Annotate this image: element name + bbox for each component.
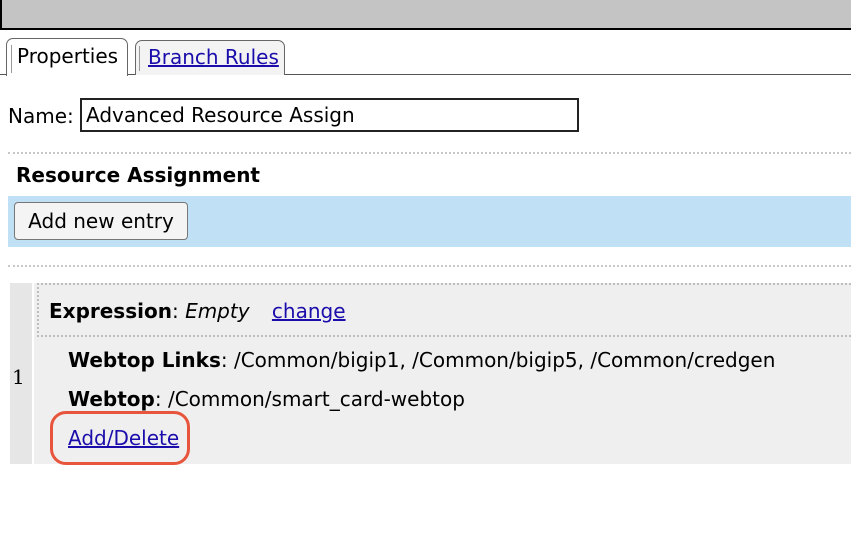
webtop-line: Webtop: /Common/smart_card-webtop — [68, 387, 465, 411]
divider-dotted — [8, 265, 851, 267]
name-label: Name: — [8, 104, 74, 128]
tab-bar: Properties Branch Rules — [0, 38, 851, 76]
webtop-links-label: Webtop Links — [68, 348, 221, 372]
webtop-links-line: Webtop Links: /Common/bigip1, /Common/bi… — [68, 348, 775, 372]
section-title: Resource Assignment — [16, 163, 260, 187]
webtop-value: /Common/smart_card-webtop — [167, 387, 465, 411]
expression-sep: : — [171, 299, 179, 323]
add-new-entry-button[interactable]: Add new entry — [14, 202, 188, 240]
webtop-label: Webtop — [68, 387, 155, 411]
divider-dotted — [8, 152, 851, 154]
top-toolbar — [0, 0, 851, 30]
resource-entry: 1 Expression: Empty change Webtop Links:… — [10, 283, 851, 465]
entry-index-cell: 1 — [10, 283, 34, 464]
tab-properties-label: Properties — [17, 44, 119, 68]
tab-branch-rules[interactable]: Branch Rules — [135, 40, 285, 75]
page: Properties Branch Rules Name: Resource A… — [0, 0, 851, 534]
add-delete-link[interactable]: Add/Delete — [68, 426, 179, 450]
add-delete-highlight-ring: Add/Delete — [50, 411, 190, 465]
expression-box: Expression: Empty change — [37, 283, 851, 337]
expression-label: Expression — [49, 299, 172, 323]
webtop-sep: : — [154, 387, 162, 411]
webtop-links-sep: : — [220, 348, 228, 372]
tab-branch-rules-link[interactable]: Branch Rules — [148, 45, 279, 69]
add-entry-bar: Add new entry — [8, 196, 851, 247]
expression-value: Empty — [185, 299, 250, 323]
webtop-links-value: /Common/bigip1, /Common/bigip5, /Common/… — [233, 348, 776, 372]
entry-index: 1 — [12, 365, 25, 389]
tab-properties[interactable]: Properties — [6, 38, 128, 76]
expression-line: Expression: Empty change — [49, 299, 346, 323]
change-link[interactable]: change — [272, 299, 346, 323]
name-input[interactable] — [80, 98, 579, 132]
